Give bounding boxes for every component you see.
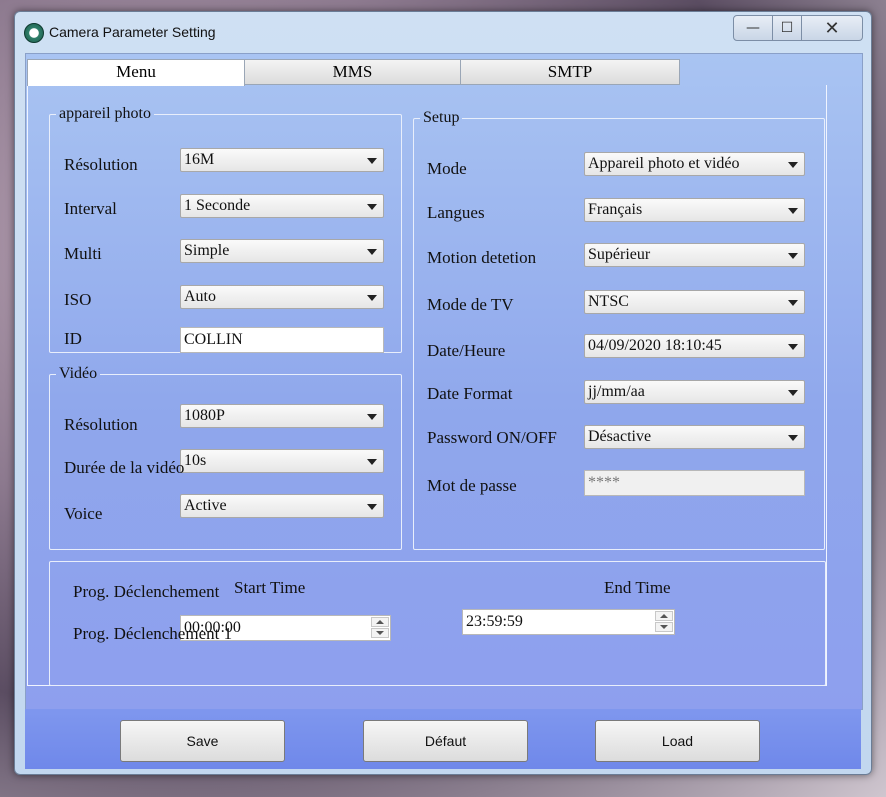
photo-resolution-value: 16M bbox=[184, 151, 215, 168]
motion-value: Supérieur bbox=[588, 246, 651, 263]
interval-select[interactable]: 1 Seconde bbox=[180, 194, 384, 218]
client-area: Menu MMS SMTP appareil photo Résolution … bbox=[25, 53, 863, 710]
tab-menu[interactable]: Menu bbox=[27, 59, 245, 86]
video-duration-value: 10s bbox=[184, 452, 207, 469]
date-format-label: Date Format bbox=[427, 384, 513, 403]
date-format-select[interactable]: jj/mm/aa bbox=[584, 380, 805, 404]
tv-mode-value: NTSC bbox=[588, 293, 629, 310]
tab-mms[interactable]: MMS bbox=[244, 59, 461, 85]
langues-label: Langues bbox=[427, 203, 485, 222]
mode-value: Appareil photo et vidéo bbox=[588, 155, 740, 172]
app-icon bbox=[24, 23, 44, 43]
maximize-button[interactable]: ☐ bbox=[773, 15, 802, 41]
password-label: Mot de passe bbox=[427, 476, 517, 495]
datetime-value: 04/09/2020 18:10:45 bbox=[588, 337, 722, 354]
end-time-spin-buttons bbox=[655, 611, 673, 633]
datetime-picker[interactable]: 04/09/2020 18:10:45 bbox=[584, 334, 805, 358]
multi-select[interactable]: Simple bbox=[180, 239, 384, 263]
spin-down-icon[interactable] bbox=[655, 622, 673, 632]
end-time-value: 23:59:59 bbox=[466, 613, 523, 630]
camera-settings-window: Camera Parameter Setting — ☐ ✕ Menu MMS … bbox=[14, 11, 872, 775]
photo-resolution-select[interactable]: 16M bbox=[180, 148, 384, 172]
window-controls: — ☐ ✕ bbox=[733, 15, 863, 41]
multi-label: Multi bbox=[64, 244, 102, 263]
tv-mode-label: Mode de TV bbox=[427, 295, 514, 314]
multi-value: Simple bbox=[184, 242, 230, 259]
iso-label: ISO bbox=[64, 290, 92, 309]
chevron-down-icon bbox=[788, 300, 798, 306]
tab-strip: Menu MMS SMTP bbox=[27, 59, 680, 86]
voice-value: Active bbox=[184, 497, 227, 514]
schedule-label: Prog. Déclenchement bbox=[73, 582, 220, 601]
default-button[interactable]: Défaut bbox=[363, 720, 528, 762]
spin-up-icon[interactable] bbox=[371, 617, 389, 627]
photo-resolution-label: Résolution bbox=[64, 155, 138, 174]
tv-mode-select[interactable]: NTSC bbox=[584, 290, 805, 314]
video-resolution-select[interactable]: 1080P bbox=[180, 404, 384, 428]
close-button[interactable]: ✕ bbox=[802, 15, 863, 41]
chevron-down-icon bbox=[367, 459, 377, 465]
video-duration-select[interactable]: 10s bbox=[180, 449, 384, 473]
save-button[interactable]: Save bbox=[120, 720, 285, 762]
chevron-down-icon bbox=[367, 158, 377, 164]
photo-group-legend: appareil photo bbox=[59, 105, 151, 122]
interval-label: Interval bbox=[64, 199, 117, 218]
button-bar: Save Défaut Load bbox=[25, 709, 861, 769]
photo-group: appareil photo bbox=[49, 105, 402, 353]
video-resolution-label: Résolution bbox=[64, 415, 138, 434]
iso-select[interactable]: Auto bbox=[180, 285, 384, 309]
start-time-spin-buttons bbox=[371, 617, 389, 639]
window-title: Camera Parameter Setting bbox=[49, 24, 216, 40]
mode-select[interactable]: Appareil photo et vidéo bbox=[584, 152, 805, 176]
setup-group-legend: Setup bbox=[423, 109, 460, 126]
tab-smtp[interactable]: SMTP bbox=[460, 59, 680, 85]
iso-value: Auto bbox=[184, 288, 216, 305]
chevron-down-icon bbox=[788, 208, 798, 214]
password-onoff-select[interactable]: Désactive bbox=[584, 425, 805, 449]
minimize-button[interactable]: — bbox=[733, 15, 773, 41]
motion-select[interactable]: Supérieur bbox=[584, 243, 805, 267]
langues-select[interactable]: Français bbox=[584, 198, 805, 222]
chevron-down-icon bbox=[788, 344, 798, 350]
video-duration-label: Durée de la vidéo bbox=[64, 458, 185, 477]
chevron-down-icon bbox=[367, 204, 377, 210]
password-onoff-value: Désactive bbox=[588, 428, 652, 445]
start-time-label: Start Time bbox=[234, 578, 306, 597]
end-time-spinner[interactable]: 23:59:59 bbox=[462, 609, 675, 635]
mode-label: Mode bbox=[427, 159, 467, 178]
voice-select[interactable]: Active bbox=[180, 494, 384, 518]
chevron-down-icon bbox=[367, 504, 377, 510]
voice-label: Voice bbox=[64, 504, 103, 523]
schedule-1-label: Prog. Déclenchement 1 bbox=[73, 624, 233, 644]
datetime-label: Date/Heure bbox=[427, 341, 506, 360]
menu-tab-panel: appareil photo Résolution 16M Interval 1… bbox=[27, 85, 827, 686]
video-group-legend: Vidéo bbox=[59, 365, 98, 382]
langues-value: Français bbox=[588, 201, 643, 218]
interval-value: 1 Seconde bbox=[184, 197, 251, 214]
chevron-down-icon bbox=[788, 390, 798, 396]
chevron-down-icon bbox=[367, 295, 377, 301]
title-bar[interactable]: Camera Parameter Setting — ☐ ✕ bbox=[15, 12, 871, 52]
chevron-down-icon bbox=[367, 249, 377, 255]
chevron-down-icon bbox=[367, 414, 377, 420]
id-label: ID bbox=[64, 329, 82, 348]
motion-label: Motion detetion bbox=[427, 248, 537, 267]
end-time-label: End Time bbox=[604, 578, 671, 597]
spin-down-icon[interactable] bbox=[371, 628, 389, 638]
load-button[interactable]: Load bbox=[595, 720, 760, 762]
password-input[interactable]: **** bbox=[584, 470, 805, 496]
chevron-down-icon bbox=[788, 435, 798, 441]
id-input[interactable]: COLLIN bbox=[180, 327, 384, 353]
password-onoff-label: Password ON/OFF bbox=[427, 428, 557, 447]
chevron-down-icon bbox=[788, 162, 798, 168]
date-format-value: jj/mm/aa bbox=[588, 383, 645, 400]
chevron-down-icon bbox=[788, 253, 798, 259]
video-resolution-value: 1080P bbox=[184, 407, 225, 424]
spin-up-icon[interactable] bbox=[655, 611, 673, 621]
